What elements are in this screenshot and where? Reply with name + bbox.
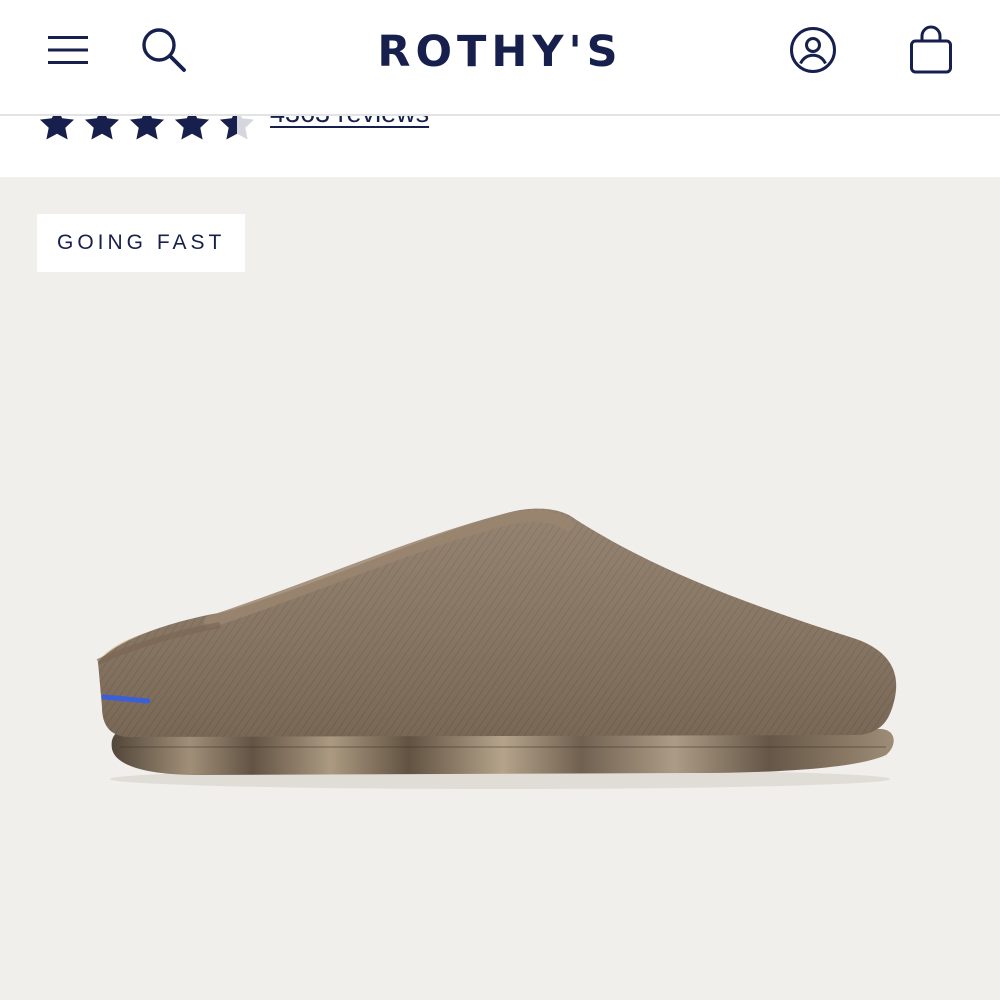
product-page: 4363 reviews ROTHY'S (0, 0, 1000, 1000)
brand-logo[interactable]: ROTHY'S (300, 26, 700, 78)
search-button[interactable] (132, 18, 196, 82)
account-icon (789, 26, 837, 74)
hamburger-menu-icon (46, 33, 90, 67)
shopping-bag-icon (907, 24, 955, 76)
search-icon (139, 25, 189, 75)
account-button[interactable] (781, 18, 845, 82)
product-image-area[interactable]: GOING FAST (0, 177, 1000, 1000)
menu-button[interactable] (36, 18, 100, 82)
bag-button[interactable] (899, 18, 963, 82)
site-header: ROTHY'S (0, 0, 1000, 116)
going-fast-badge: GOING FAST (37, 214, 246, 272)
product-image[interactable] (90, 497, 910, 797)
